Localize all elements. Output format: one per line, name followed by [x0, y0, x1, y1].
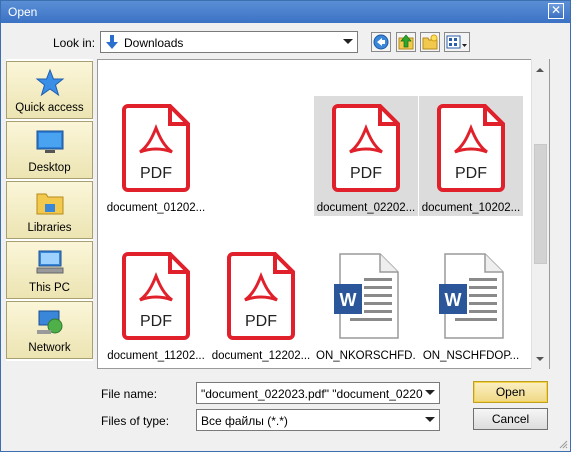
computer-icon: [36, 250, 64, 274]
back-button[interactable]: [371, 32, 391, 52]
chevron-down-icon: [425, 417, 435, 422]
view-menu-button[interactable]: [444, 32, 470, 52]
file-name: document_02202...: [316, 202, 416, 214]
place-libraries[interactable]: Libraries: [6, 181, 93, 239]
look-in-label: Look in:: [53, 36, 96, 50]
vertical-scrollbar[interactable]: [531, 59, 549, 369]
chevron-down-icon: [343, 39, 353, 44]
up-folder-button[interactable]: [396, 32, 416, 52]
scroll-thumb[interactable]: [534, 144, 547, 264]
file-name-input[interactable]: "document_022023.pdf" "document_022022.p: [196, 382, 440, 404]
file-name: document_01202...: [106, 202, 206, 214]
word-badge: W: [445, 290, 462, 310]
file-name: document_10202...: [421, 202, 521, 214]
chevron-down-icon[interactable]: [425, 390, 435, 395]
open-button[interactable]: Open: [473, 381, 548, 403]
place-label: Libraries: [27, 222, 72, 234]
back-arrow-icon: [373, 34, 389, 50]
place-desktop[interactable]: Desktop: [6, 121, 93, 179]
file-item[interactable]: PDF document_02202...: [314, 96, 418, 216]
place-label: Quick access: [15, 102, 84, 114]
pdf-badge: PDF: [140, 313, 172, 330]
pdf-badge: PDF: [455, 165, 487, 182]
pdf-badge: PDF: [245, 313, 277, 330]
place-label: This PC: [29, 282, 70, 294]
places-bar: Quick access Desktop Libraries This PC N…: [6, 59, 93, 361]
file-item[interactable]: PDF document_12202...: [209, 244, 313, 364]
file-name: document_12202...: [211, 350, 311, 362]
place-label: Network: [28, 342, 71, 354]
pdf-file-icon: PDF: [437, 104, 505, 192]
file-item[interactable]: PDF document_01202...: [104, 96, 208, 216]
look-in-value: Downloads: [124, 36, 184, 50]
word-badge: W: [340, 290, 357, 310]
word-file-icon: W: [439, 253, 504, 339]
file-type-value: Все файлы (*.*): [201, 414, 288, 428]
new-folder-icon: [422, 34, 438, 50]
desktop-icon: [36, 130, 64, 153]
title-bar: Open ✕: [1, 1, 570, 23]
window-title: Open: [8, 5, 38, 19]
file-item[interactable]: W ON_NSCHFDOP...: [419, 244, 523, 364]
place-quick-access[interactable]: Quick access: [6, 61, 93, 119]
file-type-label: Files of type:: [101, 414, 170, 428]
file-list[interactable]: PDF document_01202... PDF document_02202…: [97, 59, 550, 369]
look-in-dropdown[interactable]: Downloads: [100, 31, 358, 53]
pdf-file-icon: PDF: [122, 252, 190, 340]
scroll-up-icon[interactable]: [536, 68, 544, 72]
pdf-file-icon: PDF: [227, 252, 295, 340]
up-arrow-icon: [398, 34, 414, 50]
cancel-button[interactable]: Cancel: [473, 408, 548, 430]
file-item[interactable]: W ON_NKORSCHFD...: [314, 244, 418, 364]
pdf-file-icon: PDF: [122, 104, 190, 192]
pdf-badge: PDF: [350, 165, 382, 182]
view-grid-icon: [446, 35, 467, 49]
close-icon: ✕: [550, 3, 562, 17]
file-name-value: "document_022023.pdf" "document_022022.p: [201, 387, 423, 401]
place-this-pc[interactable]: This PC: [6, 241, 93, 299]
file-name: document_11202...: [107, 350, 205, 362]
file-name-label: File name:: [101, 387, 158, 401]
file-name: ON_NKORSCHFD...: [316, 350, 416, 362]
pdf-badge: PDF: [140, 165, 172, 182]
close-button[interactable]: ✕: [548, 3, 564, 19]
pdf-file-icon: PDF: [332, 104, 400, 192]
place-network[interactable]: Network: [6, 301, 93, 359]
scroll-down-icon[interactable]: [536, 357, 544, 361]
place-label: Desktop: [28, 162, 71, 174]
word-file-icon: W: [334, 253, 399, 339]
resize-grip-icon[interactable]: [558, 439, 568, 449]
star-icon: [35, 68, 65, 97]
file-type-dropdown[interactable]: Все файлы (*.*): [196, 409, 440, 431]
open-dialog: Open ✕ Look in: Downloads Quick access D…: [0, 0, 571, 452]
file-item[interactable]: PDF document_11202...: [104, 244, 208, 364]
network-icon: [37, 310, 63, 334]
libraries-icon: [36, 193, 64, 215]
new-folder-button[interactable]: [420, 32, 440, 52]
file-name: ON_NSCHFDOP...: [422, 350, 520, 362]
file-item[interactable]: PDF document_10202...: [419, 96, 523, 216]
download-arrow-icon: [106, 35, 118, 49]
